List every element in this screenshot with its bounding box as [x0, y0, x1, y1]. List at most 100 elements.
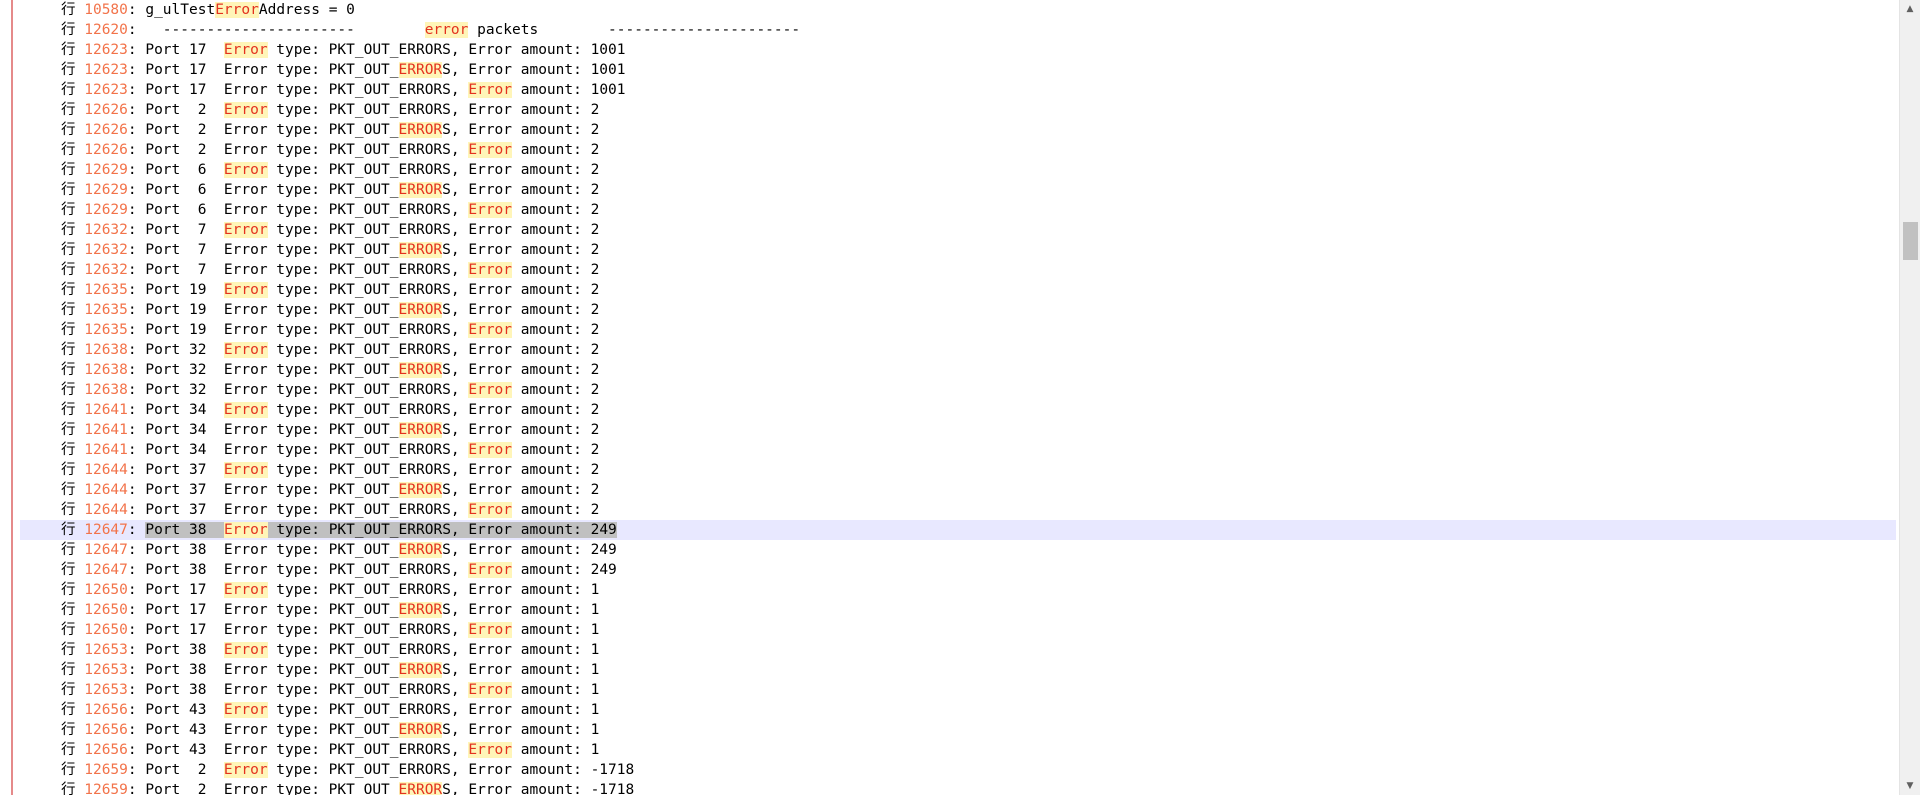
line-text: S, Error amount: 2 — [442, 482, 600, 498]
line-prefix-label: 行 — [61, 382, 76, 398]
line-number: 12647 — [84, 522, 128, 538]
line-text: : Port 6 Error type: PKT_OUT_ERRORS, — [127, 202, 469, 218]
line-number: 12650 — [84, 602, 128, 618]
result-line[interactable]: 行 12638: Port 32 Error type: PKT_OUT_ERR… — [20, 380, 1896, 400]
match-highlight: Error — [468, 682, 513, 698]
result-line[interactable]: 行 12653: Port 38 Error type: PKT_OUT_ERR… — [20, 660, 1896, 680]
line-prefix-label: 行 — [61, 82, 76, 98]
result-line[interactable]: 行 12638: Port 32 Error type: PKT_OUT_ERR… — [20, 360, 1896, 380]
scroll-down-arrow-icon[interactable]: ▼ — [1900, 777, 1920, 795]
line-text: amount: 2 — [512, 262, 600, 278]
result-line[interactable]: 行 12647: Port 38 Error type: PKT_OUT_ERR… — [20, 520, 1896, 540]
line-text: S, Error amount: 1001 — [442, 62, 626, 78]
result-line[interactable]: 行 12632: Port 7 Error type: PKT_OUT_ERRO… — [20, 240, 1896, 260]
result-line[interactable]: 行 12635: Port 19 Error type: PKT_OUT_ERR… — [20, 280, 1896, 300]
result-line[interactable]: 行 12644: Port 37 Error type: PKT_OUT_ERR… — [20, 460, 1896, 480]
line-text: : Port 38 Error type: PKT_OUT_ — [127, 662, 399, 678]
match-highlight: Error — [468, 622, 513, 638]
result-line[interactable]: 行 12623: Port 17 Error type: PKT_OUT_ERR… — [20, 80, 1896, 100]
line-number: 12650 — [84, 622, 128, 638]
line-number: 12653 — [84, 642, 128, 658]
result-line[interactable]: 行 12650: Port 17 Error type: PKT_OUT_ERR… — [20, 600, 1896, 620]
result-line[interactable]: 行 12656: Port 43 Error type: PKT_OUT_ERR… — [20, 720, 1896, 740]
line-text: : Port 6 — [127, 162, 224, 178]
result-line[interactable]: 行 12659: Port 2 Error type: PKT_OUT_ERRO… — [20, 760, 1896, 780]
result-line[interactable]: 行 12626: Port 2 Error type: PKT_OUT_ERRO… — [20, 120, 1896, 140]
line-text: Port 38 — [145, 522, 224, 538]
line-text: : Port 2 — [127, 102, 224, 118]
result-line[interactable]: 行 12647: Port 38 Error type: PKT_OUT_ERR… — [20, 560, 1896, 580]
line-text: : Port 19 Error type: PKT_OUT_ — [127, 302, 399, 318]
result-line[interactable]: 行 12647: Port 38 Error type: PKT_OUT_ERR… — [20, 540, 1896, 560]
result-line[interactable]: 行 12629: Port 6 Error type: PKT_OUT_ERRO… — [20, 200, 1896, 220]
match-highlight: ERROR — [398, 602, 443, 618]
line-prefix-label: 行 — [61, 302, 76, 318]
line-prefix-label: 行 — [61, 342, 76, 358]
line-prefix-label: 行 — [61, 742, 76, 758]
search-results-list[interactable]: 行 10580: g_ulTestErrorAddress = 0行 12620… — [20, 0, 1896, 795]
line-text: : Port 43 Error type: PKT_OUT_ — [127, 722, 399, 738]
search-results-window: 行 10580: g_ulTestErrorAddress = 0行 12620… — [0, 0, 1920, 795]
line-prefix-label: 行 — [61, 362, 76, 378]
result-line[interactable]: 行 12623: Port 17 Error type: PKT_OUT_ERR… — [20, 60, 1896, 80]
line-text: : Port 34 Error type: PKT_OUT_ERRORS, — [127, 442, 469, 458]
line-text: : Port 19 — [127, 282, 224, 298]
match-highlight: Error — [468, 142, 513, 158]
result-line[interactable]: 行 12650: Port 17 Error type: PKT_OUT_ERR… — [20, 580, 1896, 600]
result-line[interactable]: 行 12641: Port 34 Error type: PKT_OUT_ERR… — [20, 400, 1896, 420]
line-text: amount: 2 — [512, 142, 600, 158]
result-line[interactable]: 行 12641: Port 34 Error type: PKT_OUT_ERR… — [20, 420, 1896, 440]
result-line[interactable]: 行 12638: Port 32 Error type: PKT_OUT_ERR… — [20, 340, 1896, 360]
result-line[interactable]: 行 12629: Port 6 Error type: PKT_OUT_ERRO… — [20, 180, 1896, 200]
result-line[interactable]: 行 12653: Port 38 Error type: PKT_OUT_ERR… — [20, 640, 1896, 660]
scrollbar-thumb[interactable] — [1903, 222, 1918, 260]
line-prefix-label: 行 — [61, 402, 76, 418]
match-highlight: Error — [223, 762, 268, 778]
line-text: : Port 37 Error type: PKT_OUT_ERRORS, — [127, 502, 469, 518]
line-number: 12635 — [84, 322, 128, 338]
result-line[interactable]: 行 12635: Port 19 Error type: PKT_OUT_ERR… — [20, 320, 1896, 340]
match-highlight: Error — [468, 202, 513, 218]
result-line[interactable]: 行 12626: Port 2 Error type: PKT_OUT_ERRO… — [20, 140, 1896, 160]
line-number: 12638 — [84, 362, 128, 378]
match-highlight: error — [424, 22, 469, 38]
result-line[interactable]: 行 12632: Port 7 Error type: PKT_OUT_ERRO… — [20, 220, 1896, 240]
match-highlight: ERROR — [398, 722, 443, 738]
line-text: S, Error amount: 2 — [442, 182, 600, 198]
result-line[interactable]: 行 12641: Port 34 Error type: PKT_OUT_ERR… — [20, 440, 1896, 460]
line-number: 12623 — [84, 62, 128, 78]
result-line[interactable]: 行 12650: Port 17 Error type: PKT_OUT_ERR… — [20, 620, 1896, 640]
line-text: : Port 17 — [127, 42, 224, 58]
result-line[interactable]: 行 12656: Port 43 Error type: PKT_OUT_ERR… — [20, 740, 1896, 760]
line-prefix-label: 行 — [61, 162, 76, 178]
result-line[interactable]: 行 12632: Port 7 Error type: PKT_OUT_ERRO… — [20, 260, 1896, 280]
result-line[interactable]: 行 12620: ---------------------- error pa… — [20, 20, 1896, 40]
line-text: : Port 17 Error type: PKT_OUT_ — [127, 602, 399, 618]
line-text: S, Error amount: -1718 — [442, 782, 635, 795]
line-text: S, Error amount: 2 — [442, 302, 600, 318]
line-number: 12638 — [84, 342, 128, 358]
line-prefix-label: 行 — [61, 602, 76, 618]
line-prefix-label: 行 — [61, 42, 76, 58]
result-line[interactable]: 行 12629: Port 6 Error type: PKT_OUT_ERRO… — [20, 160, 1896, 180]
line-number: 12647 — [84, 542, 128, 558]
result-line[interactable]: 行 12623: Port 17 Error type: PKT_OUT_ERR… — [20, 40, 1896, 60]
result-line[interactable]: 行 12656: Port 43 Error type: PKT_OUT_ERR… — [20, 700, 1896, 720]
scroll-up-arrow-icon[interactable]: ▲ — [1900, 0, 1920, 18]
line-number: 12659 — [84, 782, 128, 795]
result-line[interactable]: 行 12653: Port 38 Error type: PKT_OUT_ERR… — [20, 680, 1896, 700]
left-margin — [0, 0, 13, 795]
result-line[interactable]: 行 12626: Port 2 Error type: PKT_OUT_ERRO… — [20, 100, 1896, 120]
result-line[interactable]: 行 10580: g_ulTestErrorAddress = 0 — [20, 0, 1896, 20]
line-text: : ---------------------- — [127, 22, 425, 38]
line-number: 12653 — [84, 682, 128, 698]
result-line[interactable]: 行 12644: Port 37 Error type: PKT_OUT_ERR… — [20, 500, 1896, 520]
match-highlight: Error — [223, 102, 268, 118]
line-number: 12629 — [84, 182, 128, 198]
result-line[interactable]: 行 12659: Port 2 Error type: PKT_OUT_ERRO… — [20, 780, 1896, 795]
match-highlight: Error — [468, 82, 513, 98]
line-text: type: PKT_OUT_ERRORS, Error amount: 1 — [267, 582, 600, 598]
vertical-scrollbar[interactable]: ▲ ▼ — [1899, 0, 1920, 795]
result-line[interactable]: 行 12644: Port 37 Error type: PKT_OUT_ERR… — [20, 480, 1896, 500]
result-line[interactable]: 行 12635: Port 19 Error type: PKT_OUT_ERR… — [20, 300, 1896, 320]
